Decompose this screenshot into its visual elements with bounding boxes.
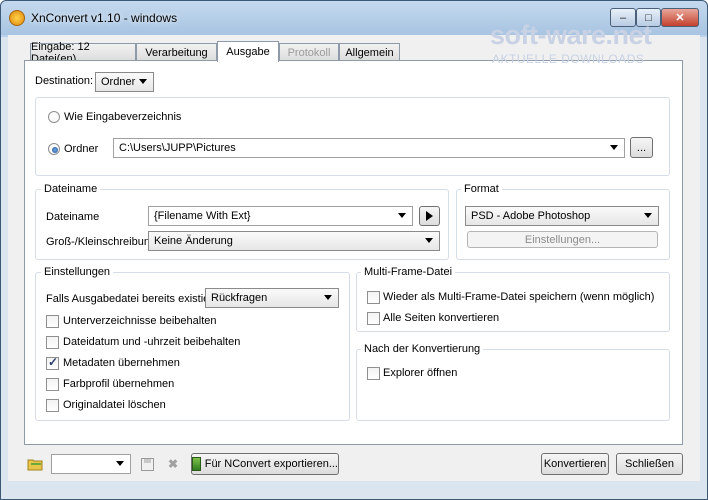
export-nconvert-button[interactable]: Für NConvert exportieren... bbox=[191, 453, 339, 475]
radio-folder[interactable] bbox=[48, 143, 60, 155]
open-explorer-checkbox[interactable] bbox=[367, 367, 380, 380]
play-icon bbox=[426, 211, 433, 221]
app-window: XnConvert v1.10 - windows – □ ✕ Eingabe:… bbox=[0, 0, 708, 500]
delete-original-label: Originaldatei löschen bbox=[63, 399, 166, 411]
case-select[interactable]: Keine Änderung bbox=[148, 231, 440, 251]
case-value: Keine Änderung bbox=[154, 235, 233, 247]
window-title: XnConvert v1.10 - windows bbox=[31, 11, 178, 25]
copy-profile-checkbox[interactable] bbox=[46, 378, 59, 391]
watermark-logo: soft-ware.net bbox=[490, 20, 652, 50]
chevron-down-icon bbox=[425, 238, 433, 243]
case-label: Groß-/Kleinschreibung bbox=[46, 236, 157, 248]
save-multiframe-label: Wieder als Multi-Frame-Datei speichern (… bbox=[383, 291, 655, 303]
delete-icon[interactable]: ✖ bbox=[165, 456, 181, 472]
keep-subfolders-checkbox[interactable] bbox=[46, 315, 59, 328]
filename-value: {Filename With Ext} bbox=[154, 210, 251, 222]
watermark-subtitle: AKTUELLE DOWNLOADS bbox=[492, 52, 645, 66]
radio-same-folder-label: Wie Eingabeverzeichnis bbox=[64, 111, 182, 123]
tab-eingabe[interactable]: Eingabe: 12 Datei(en) bbox=[30, 41, 136, 65]
settings-group-title: Einstellungen bbox=[41, 266, 114, 278]
browse-button[interactable]: ... bbox=[630, 137, 653, 158]
exists-value: Rückfragen bbox=[211, 292, 268, 304]
format-settings-button[interactable]: Einstellungen... bbox=[467, 231, 658, 248]
filename-label: Dateiname bbox=[46, 211, 100, 223]
after-conversion-group bbox=[356, 349, 670, 421]
keep-date-label: Dateidatum und -uhrzeit beibehalten bbox=[63, 336, 241, 348]
tab-verarbeitung[interactable]: Verarbeitung bbox=[136, 43, 217, 61]
chevron-down-icon bbox=[398, 213, 406, 218]
destination-group: Wie Eingabeverzeichnis Ordner C:\Users\J… bbox=[35, 97, 670, 176]
format-select[interactable]: PSD - Adobe Photoshop bbox=[465, 206, 659, 226]
convert-button[interactable]: Konvertieren bbox=[541, 453, 609, 475]
exists-select[interactable]: Rückfragen bbox=[205, 288, 339, 308]
keep-date-checkbox[interactable] bbox=[46, 336, 59, 349]
chevron-down-icon bbox=[610, 145, 618, 150]
save-icon[interactable] bbox=[139, 456, 155, 472]
open-explorer-label: Explorer öffnen bbox=[383, 367, 458, 379]
save-multiframe-checkbox[interactable] bbox=[367, 291, 380, 304]
copy-metadata-label: Metadaten übernehmen bbox=[63, 357, 180, 369]
after-conversion-group-title: Nach der Konvertierung bbox=[361, 343, 484, 355]
convert-all-pages-label: Alle Seiten konvertieren bbox=[383, 312, 500, 324]
chevron-down-icon bbox=[116, 461, 124, 466]
tab-ausgabe[interactable]: Ausgabe bbox=[217, 41, 279, 62]
format-group-title: Format bbox=[461, 183, 502, 195]
filename-group-title: Dateiname bbox=[41, 183, 101, 195]
watermark: soft-ware.net AKTUELLE DOWNLOADS bbox=[490, 20, 700, 70]
ausgabe-panel: Destination: Ordner Wie Eingabeverzeichn… bbox=[24, 60, 683, 445]
export-nconvert-label: Für NConvert exportieren... bbox=[204, 458, 338, 470]
chevron-down-icon bbox=[644, 213, 652, 218]
folder-path-input[interactable]: C:\Users\JUPP\Pictures bbox=[113, 138, 625, 158]
delete-original-checkbox[interactable] bbox=[46, 399, 59, 412]
folder-path-value: C:\Users\JUPP\Pictures bbox=[119, 142, 236, 154]
copy-profile-label: Farbprofil übernehmen bbox=[63, 378, 175, 390]
destination-value: Ordner bbox=[101, 76, 136, 88]
preset-select[interactable] bbox=[51, 454, 131, 474]
tab-protokoll[interactable]: Protokoll bbox=[279, 43, 339, 61]
radio-folder-label: Ordner bbox=[64, 143, 99, 155]
play-button[interactable] bbox=[419, 206, 440, 226]
export-icon bbox=[192, 457, 201, 471]
convert-all-pages-checkbox[interactable] bbox=[367, 312, 380, 325]
format-value: PSD - Adobe Photoshop bbox=[471, 210, 591, 222]
filename-input[interactable]: {Filename With Ext} bbox=[148, 206, 413, 226]
copy-metadata-checkbox[interactable] bbox=[46, 355, 59, 370]
close-dialog-button[interactable]: Schließen bbox=[616, 453, 683, 475]
destination-select[interactable]: Ordner bbox=[95, 72, 154, 92]
chevron-down-icon bbox=[324, 295, 332, 300]
xnconvert-icon bbox=[9, 10, 25, 26]
destination-label: Destination: bbox=[35, 75, 94, 87]
multiframe-group-title: Multi-Frame-Datei bbox=[361, 266, 456, 278]
open-folder-icon[interactable] bbox=[27, 456, 43, 472]
chevron-down-icon bbox=[139, 79, 147, 84]
tab-allgemein[interactable]: Allgemein bbox=[339, 43, 400, 61]
exists-label: Falls Ausgabedatei bereits existiert bbox=[46, 293, 216, 305]
radio-same-folder[interactable] bbox=[48, 111, 60, 123]
keep-subfolders-label: Unterverzeichnisse beibehalten bbox=[63, 315, 217, 327]
